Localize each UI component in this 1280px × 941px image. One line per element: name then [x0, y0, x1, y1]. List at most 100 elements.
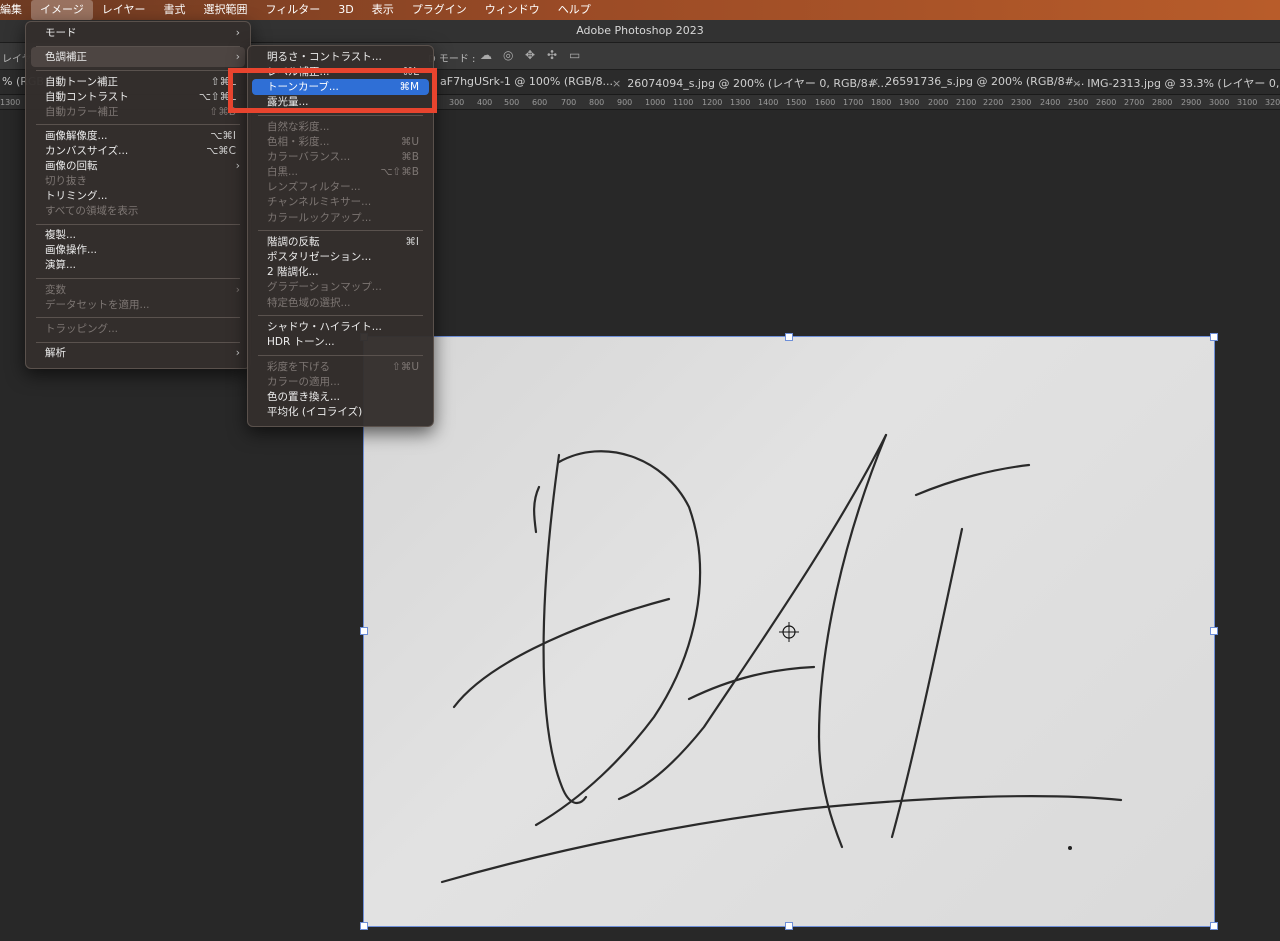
menu-item[interactable]: HDR トーン...	[248, 335, 433, 350]
image-menu: モード › 色調補正 › 自動トーン補正 ⇧⌘L 自動コントラスト ⌥⇧⌘L 自動カラー補正 ⇧⌘…	[25, 21, 251, 369]
ruler-tick-label: 600	[532, 98, 548, 107]
document-tab[interactable]: ×IMG-2313.jpg @ 33.3% (レイヤー 0, レッ	[1072, 75, 1280, 91]
menu-item[interactable]: 自動トーン補正 ⇧⌘L	[26, 75, 250, 90]
menu-item-label: 自動カラー補正	[45, 105, 119, 118]
ruler-tick-label: 1800	[871, 98, 892, 107]
menu-item-label: 特定色域の選択...	[267, 296, 351, 309]
menu-item[interactable]: 色の置き換え...	[248, 390, 433, 405]
menu-item-label: ポスタリゼーション...	[267, 251, 372, 264]
slide-3d-icon[interactable]: ✣	[547, 48, 557, 62]
menu-item: グラデーションマップ...	[248, 280, 433, 295]
menu-item-label: カラーの適用...	[267, 375, 341, 388]
menu-item[interactable]: 画像解像度... ⌥⌘I	[26, 129, 250, 144]
menu-item[interactable]: 平均化 (イコライズ)	[248, 405, 433, 420]
ruler-tick-label: 1100	[673, 98, 694, 107]
menubar-item[interactable]: 選択範囲	[194, 0, 256, 20]
menu-item-shortcut: ⌥⇧⌘B	[380, 166, 419, 179]
close-icon[interactable]: ×	[1072, 77, 1081, 90]
menu-item-label: 階調の反転	[267, 236, 320, 249]
menu-item: データセットを適用...	[26, 298, 250, 313]
menu-item: 変数 ›	[26, 283, 250, 298]
menubar-item[interactable]: 編集	[0, 0, 31, 20]
menu-item-shortcut: ⌥⌘C	[206, 144, 236, 157]
pan-3d-icon[interactable]: ✥	[525, 48, 535, 62]
menu-item-label: グラデーションマップ...	[267, 281, 382, 294]
chevron-right-icon: ›	[235, 283, 240, 296]
menu-bar: 編集 イメージ レイヤー 書式 選択範囲 フィルター 3D 表示 プラグイン ウィンドウ ヘルプ	[0, 0, 1280, 20]
transform-handle[interactable]	[785, 333, 793, 341]
transform-handle[interactable]	[1210, 333, 1218, 341]
menubar-item[interactable]: フィルター	[256, 0, 329, 20]
menubar-item[interactable]: 3D	[329, 0, 362, 20]
menu-item-label: 明るさ・コントラスト...	[267, 51, 382, 63]
menu-item-shortcut: ⇧⌘U	[392, 360, 419, 373]
menu-item[interactable]: シャドウ・ハイライト...	[248, 320, 433, 335]
menu-separator	[36, 278, 240, 280]
document-tab[interactable]: × 26074094_s.jpg @ 200% (レイヤー 0, RGB/8#..…	[612, 75, 887, 91]
menubar-item[interactable]: ウィンドウ	[476, 0, 549, 20]
menubar-item[interactable]: プラグイン	[403, 0, 476, 20]
menu-item[interactable]: 自動コントラスト ⌥⇧⌘L	[26, 90, 250, 105]
ruler-tick-label: 1000	[645, 98, 666, 107]
menu-item-label: 色調補正	[45, 51, 87, 64]
chevron-right-icon: ›	[235, 51, 240, 64]
transform-handle[interactable]	[1210, 627, 1218, 635]
document-canvas[interactable]	[360, 333, 1218, 930]
ruler-tick-label: 300	[449, 98, 465, 107]
menu-item-label: HDR トーン...	[267, 336, 335, 349]
document-tab[interactable]: × 26591736_s.jpg @ 200% (RGB/8#...	[870, 75, 1084, 88]
menubar-item[interactable]: 表示	[363, 0, 403, 20]
document-tab[interactable]: aF7hgUSrk-1 @ 100% (RGB/8...	[440, 75, 613, 88]
menu-item[interactable]: 複製...	[26, 228, 250, 243]
menu-item: 色相・彩度... ⌘U	[248, 135, 433, 150]
menu-item-shortcut: ⌘B	[401, 151, 419, 164]
roll-3d-icon[interactable]: ◎	[503, 48, 513, 62]
menu-item[interactable]: 階調の反転 ⌘I	[248, 235, 433, 250]
menu-separator	[258, 315, 423, 317]
menu-item[interactable]: 画像操作...	[26, 243, 250, 258]
menu-item[interactable]: 明るさ・コントラスト...	[248, 50, 433, 65]
menu-item-label: 彩度を下げる	[267, 360, 330, 373]
menu-item-label: トラッピング...	[45, 323, 119, 335]
ruler-tick-label: 2500	[1068, 98, 1089, 107]
menu-item: カラーバランス... ⌘B	[248, 150, 433, 165]
menubar-item[interactable]: イメージ	[31, 0, 93, 20]
menu-item: トラッピング...	[26, 322, 250, 337]
ruler-tick-label: 900	[617, 98, 633, 107]
menu-item[interactable]: 2 階調化...	[248, 265, 433, 280]
menu-item-label: 切り抜き	[45, 175, 87, 187]
menu-item-label: 画像の回転	[45, 159, 98, 172]
menu-item[interactable]: ポスタリゼーション...	[248, 250, 433, 265]
menu-item-label: 色相・彩度...	[267, 136, 330, 148]
camera-3d-icon[interactable]: ▭	[569, 48, 580, 62]
close-icon[interactable]: ×	[612, 77, 621, 90]
menu-item-label: 自然な彩度...	[267, 120, 330, 133]
transform-handle[interactable]	[360, 627, 368, 635]
ruler-tick-label: 2000	[928, 98, 949, 107]
menubar-item[interactable]: ヘルプ	[549, 0, 600, 20]
menu-item-label: 演算...	[45, 259, 77, 272]
close-icon[interactable]: ×	[870, 75, 879, 88]
menu-separator	[36, 341, 240, 343]
menubar-item[interactable]: レイヤー	[93, 0, 155, 20]
menu-item[interactable]: 画像の回転 ›	[26, 159, 250, 174]
menu-item[interactable]: 解析 ›	[26, 346, 250, 361]
transform-handle[interactable]	[785, 922, 793, 930]
highlight-callout	[228, 68, 437, 113]
menu-item: すべての領域を表示	[26, 204, 250, 219]
menu-item[interactable]: 演算...	[26, 258, 250, 273]
menu-item[interactable]: 色調補正 ›	[26, 47, 250, 68]
chevron-right-icon: ›	[235, 159, 240, 172]
menu-item[interactable]: トリミング...	[26, 189, 250, 204]
menu-item[interactable]: カンバスサイズ... ⌥⌘C	[26, 144, 250, 159]
ruler-tick-label: 1400	[758, 98, 779, 107]
menubar-item[interactable]: 書式	[154, 0, 194, 20]
menu-item-label: 解析	[45, 347, 66, 360]
transform-handle[interactable]	[1210, 922, 1218, 930]
ruler-tick-label: 1500	[786, 98, 807, 107]
menu-item: レンズフィルター...	[248, 180, 433, 195]
menu-item: 白黒... ⌥⇧⌘B	[248, 165, 433, 180]
transform-handle[interactable]	[360, 922, 368, 930]
orbit-3d-icon[interactable]: ☁	[480, 48, 492, 62]
menu-item[interactable]: モード ›	[26, 26, 250, 41]
